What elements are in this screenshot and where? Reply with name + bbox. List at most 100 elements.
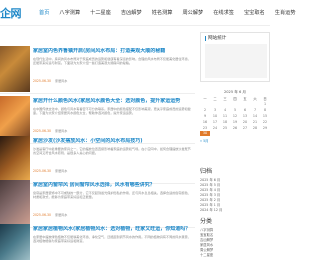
calendar-day[interactable]: 30 bbox=[200, 131, 210, 136]
post-meta: 2025-06-30 家居风水 bbox=[33, 169, 67, 173]
calendar-day[interactable]: 15 bbox=[260, 114, 270, 118]
post-excerpt: 在中国传统文化中，颜色与风水有着密不可分的联系。家居中的颜色搭配不仅影响美观，更… bbox=[33, 107, 191, 116]
calendar-weekday: 四 bbox=[233, 96, 237, 101]
calendar-empty-cell bbox=[260, 131, 270, 135]
post-category[interactable]: 家居风水 bbox=[55, 79, 67, 83]
post-title[interactable]: 家居沙发(沙发摆放风水：小空间的风水布局技巧) bbox=[33, 138, 193, 145]
post-date: 2025-06-30 bbox=[33, 79, 51, 83]
calendar-day[interactable]: 19 bbox=[230, 120, 240, 124]
calendar-day[interactable]: 4 bbox=[220, 108, 230, 112]
post-excerpt: 沙发是客厅中最重要的家具之一，它的摆放位置直接影响着家庭的运势和气场。在小空间中… bbox=[33, 147, 191, 156]
calendar-day[interactable]: 2 bbox=[200, 108, 210, 112]
site-logo[interactable]: 企网 bbox=[0, 8, 22, 19]
archive-widget: 归档 2025 年 6 月 2025 年 5 月 2025 年 4 月 2025… bbox=[200, 168, 270, 213]
calendar-widget: 2025 年 6 月 一二三四五六日 1 2 3 4 5 6 7 8 9 10 11 12 13 14 15 1… bbox=[200, 90, 270, 143]
calendar-empty-cell bbox=[220, 102, 230, 106]
archive-item[interactable]: 2024 年 12 月 bbox=[200, 208, 270, 213]
post-excerpt: 窗帘是家居装饰中不可或缺的一部分，它不仅起到遮光保护隐私的作用，还与风水息息相关… bbox=[33, 191, 191, 200]
calendar-day[interactable]: 23 bbox=[200, 126, 210, 130]
calendar-day[interactable]: 29 bbox=[260, 126, 270, 130]
nav-item-home[interactable]: 首页 bbox=[34, 0, 54, 26]
post-category[interactable]: 家居风水 bbox=[55, 213, 67, 217]
calendar-weekday: 五 bbox=[243, 96, 247, 101]
calendar-weekday: 一 bbox=[203, 96, 207, 101]
calendar-empty-cell bbox=[240, 102, 250, 106]
post-title[interactable]: 家居开什么颜色风水(家居风水颜色大全：选对颜色，提升家运运势 bbox=[33, 98, 193, 105]
calendar-day[interactable]: 12 bbox=[230, 114, 240, 118]
post-date: 2025-06-30 bbox=[33, 129, 51, 133]
calendar-day[interactable]: 26 bbox=[230, 126, 240, 130]
calendar-day[interactable]: 25 bbox=[220, 126, 230, 130]
post-thumbnail[interactable] bbox=[0, 46, 30, 92]
stats-widget: 网站统计 bbox=[200, 32, 270, 82]
post-meta: 2025-06-30 家居风水 bbox=[33, 213, 67, 217]
post-category[interactable]: 家居风水 bbox=[55, 129, 67, 133]
post-thumbnail[interactable] bbox=[0, 180, 30, 226]
post-date: 2025-06-30 bbox=[33, 169, 51, 173]
stats-widget-body bbox=[205, 44, 267, 78]
post-meta: 2025-06-30 家居风水 bbox=[33, 129, 67, 133]
calendar-day[interactable]: 17 bbox=[210, 120, 220, 124]
calendar-day[interactable]: 13 bbox=[240, 114, 250, 118]
nav-item-lots[interactable]: 在线求签 bbox=[208, 0, 239, 26]
nav-item-shengxiao[interactable]: 生肖运势 bbox=[270, 0, 301, 26]
nav-item-baby-name[interactable]: 宝宝取名 bbox=[239, 0, 270, 26]
calendar-day[interactable]: 1 bbox=[260, 102, 270, 106]
post-title[interactable]: 家居室内窗帘风 房间窗帘风水选择，风水有哪些讲究？ bbox=[33, 182, 193, 189]
calendar-day[interactable]: 11 bbox=[220, 114, 230, 118]
calendar-weekday: 六 bbox=[253, 96, 257, 101]
calendar-day[interactable]: 14 bbox=[250, 114, 260, 118]
calendar-day[interactable]: 16 bbox=[200, 120, 210, 124]
calendar-day[interactable]: 10 bbox=[210, 114, 220, 118]
nav-item-zodiac[interactable]: 十二星座 bbox=[85, 0, 116, 26]
post-title[interactable]: 家居室内色界鲁镇开启(房间风水布局：打造美观大顺的秘籍 bbox=[33, 48, 193, 55]
calendar-grid: 一二三四五六日 1 2 3 4 5 6 7 8 9 10 11 12 13 14 15 16 17 18 19 20 21… bbox=[200, 97, 270, 136]
stats-widget-title: 网站统计 bbox=[208, 36, 227, 41]
calendar-title: 2025 年 6 月 bbox=[223, 90, 247, 94]
calendar-day[interactable]: 28 bbox=[250, 126, 260, 130]
nav-item-bazi[interactable]: 八字测算 bbox=[54, 0, 85, 26]
calendar-day[interactable]: 21 bbox=[250, 120, 260, 124]
calendar-prev-month[interactable]: « 5月 bbox=[200, 139, 270, 143]
accent-bar bbox=[205, 36, 206, 42]
calendar-day[interactable]: 6 bbox=[240, 108, 250, 112]
calendar-weekday: 日 bbox=[263, 96, 267, 101]
calendar-day[interactable]: 9 bbox=[200, 114, 210, 118]
category-widget: 分类 八字测算 宝宝取名 吉凶解梦 家居风水 周公解梦 十二星座 bbox=[200, 218, 270, 258]
calendar-empty-cell bbox=[200, 102, 210, 106]
calendar-empty-cell bbox=[240, 131, 250, 135]
calendar-empty-cell bbox=[230, 102, 240, 106]
category-item[interactable]: 十二星座 bbox=[200, 253, 270, 258]
post-card: 家居家居植物风水(家居植物风水：选对植物，旺家又旺运，你知道吗？ 在家居中摆放绿… bbox=[0, 222, 195, 261]
calendar-weekday: 二 bbox=[213, 96, 217, 101]
post-meta: 2025-06-30 家居风水 bbox=[33, 79, 67, 83]
site-header: 企网 首页 八字测算 十二星座 吉凶解梦 姓名测算 周公解梦 在线求签 宝宝取名… bbox=[0, 0, 296, 26]
archive-title: 归档 bbox=[200, 168, 213, 175]
calendar-empty-cell bbox=[250, 131, 260, 135]
post-category[interactable]: 家居风水 bbox=[55, 169, 67, 173]
post-thumbnail[interactable] bbox=[0, 224, 30, 260]
post-card: 家居室内窗帘风 房间窗帘风水选择，风水有哪些讲究？ 窗帘是家居装饰中不可或缺的一… bbox=[0, 178, 195, 228]
post-date: 2025-06-30 bbox=[33, 213, 51, 217]
calendar-day[interactable]: 8 bbox=[260, 108, 270, 112]
calendar-empty-cell bbox=[210, 131, 220, 135]
post-title[interactable]: 家居家居植物风水(家居植物风水：选对植物，旺家又旺运，你知道吗？ bbox=[33, 226, 193, 233]
nav-item-name[interactable]: 姓名测算 bbox=[147, 0, 178, 26]
calendar-day[interactable]: 20 bbox=[240, 120, 250, 124]
calendar-day[interactable]: 27 bbox=[240, 126, 250, 130]
calendar-empty-cell bbox=[250, 102, 260, 106]
calendar-weekday: 三 bbox=[223, 96, 227, 101]
calendar-day[interactable]: 22 bbox=[260, 120, 270, 124]
post-thumbnail[interactable] bbox=[0, 136, 30, 182]
calendar-day[interactable]: 5 bbox=[230, 108, 240, 112]
post-card: 家居沙发(沙发摆放风水：小空间的风水布局技巧) 沙发是客厅中最重要的家具之一，它… bbox=[0, 134, 195, 184]
post-excerpt: 在家居中摆放绿色植物不仅能够美化环境、净化空气，还能起到调节风水的作用。不同的植… bbox=[33, 235, 191, 244]
nav-item-dreams[interactable]: 吉凶解梦 bbox=[116, 0, 147, 26]
nav-item-zhougong[interactable]: 周公解梦 bbox=[177, 0, 208, 26]
calendar-day[interactable]: 24 bbox=[210, 126, 220, 130]
calendar-day[interactable]: 7 bbox=[250, 108, 260, 112]
calendar-empty-cell bbox=[230, 131, 240, 135]
calendar-day[interactable]: 3 bbox=[210, 108, 220, 112]
calendar-day[interactable]: 18 bbox=[220, 120, 230, 124]
calendar-empty-cell bbox=[220, 131, 230, 135]
